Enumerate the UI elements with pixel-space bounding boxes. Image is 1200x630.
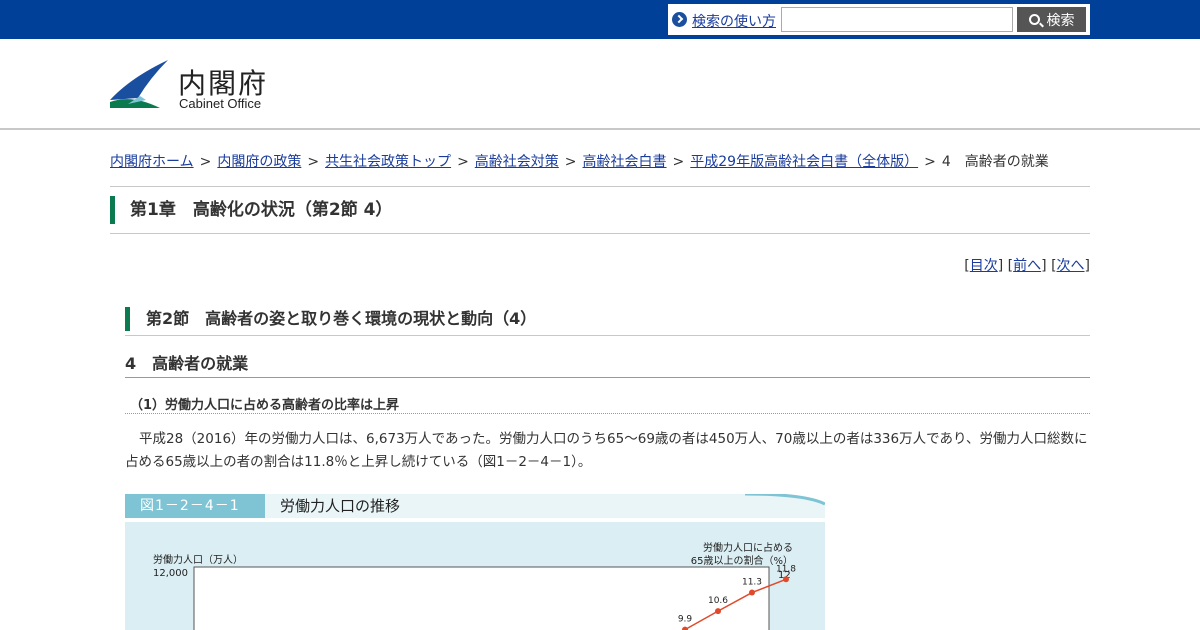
labor-force-chart: 労働力人口（万人） 12,000 労働力人口に占める 65歳以上の割合（%） 1… xyxy=(153,541,796,630)
breadcrumb-separator: > xyxy=(199,154,212,170)
left-axis-top-tick: 12,000 xyxy=(153,568,188,579)
search-button[interactable]: 検索 xyxy=(1017,7,1086,32)
divider xyxy=(125,335,1090,336)
breadcrumb-separator: > xyxy=(307,154,320,170)
breadcrumb-item-whitepaper[interactable]: 高齢社会白書 xyxy=(583,154,667,170)
logo-wing xyxy=(110,60,168,100)
body-paragraph: 平成28（2016）年の労働力人口は、6,673万人であった。労働力人口のうち6… xyxy=(125,431,1088,470)
breadcrumb-separator: > xyxy=(672,154,685,170)
header-divider xyxy=(0,128,1200,130)
divider xyxy=(110,233,1090,234)
breadcrumb: 内閣府ホーム > 内閣府の政策 > 共生社会政策トップ > 高齢社会対策 > 高齢社会白書 > 平成… xyxy=(110,151,1049,171)
breadcrumb-separator: > xyxy=(564,154,577,170)
search-icon xyxy=(1028,14,1040,25)
page-navigation: [目次] [前へ] [次へ] xyxy=(964,258,1090,274)
chapter-title: 第1章 高齢化の状況（第2節 4） xyxy=(110,196,392,224)
dotted-divider xyxy=(125,413,1090,414)
ratio-data-label: 11.8 xyxy=(776,564,796,574)
divider xyxy=(125,377,1090,378)
subsection-title: 4 高齢者の就業 xyxy=(125,354,249,373)
right-axis-label-1: 労働力人口に占める xyxy=(703,541,793,554)
next-link[interactable]: 次へ xyxy=(1057,258,1085,274)
arrow-circle-icon xyxy=(672,12,687,27)
search-input[interactable] xyxy=(781,7,1013,32)
ratio-point xyxy=(715,608,721,615)
search-button-label: 検索 xyxy=(1046,12,1075,29)
breadcrumb-separator: > xyxy=(457,154,469,170)
paragraph-heading: （1）労働力人口に占める高齢者の比率は上昇 xyxy=(130,398,400,413)
figure-number: 図1－2－4－1 xyxy=(125,494,265,518)
prev-link[interactable]: 前へ xyxy=(1013,258,1041,274)
ratio-point xyxy=(783,576,789,583)
breadcrumb-item-kyosei[interactable]: 共生社会政策トップ xyxy=(325,154,451,170)
left-axis-label: 労働力人口（万人） xyxy=(153,553,243,566)
breadcrumb-item-policy[interactable]: 内閣府の政策 xyxy=(217,154,301,170)
logo-text-en: Cabinet Office xyxy=(179,96,262,111)
ratio-data-label: 10.6 xyxy=(708,596,728,606)
ratio-data-label: 11.3 xyxy=(742,578,762,588)
figure-title: 労働力人口の推移 xyxy=(280,497,401,515)
breadcrumb-separator: > xyxy=(924,154,936,170)
breadcrumb-item-h29[interactable]: 平成29年版高齢社会白書（全体版） xyxy=(690,154,918,170)
breadcrumb-item-home[interactable]: 内閣府ホーム xyxy=(110,154,194,170)
divider xyxy=(110,186,1090,187)
breadcrumb-current: 4 高齢者の就業 xyxy=(941,154,1049,170)
breadcrumb-item-aging-policy[interactable]: 高齢社会対策 xyxy=(475,154,559,170)
ratio-data-label: 9.9 xyxy=(678,615,693,625)
figure-1-2-4-1: 図1－2－4－1 労働力人口の推移 労働力人口（万人） 12,000 労働力人口… xyxy=(125,494,825,630)
ratio-point xyxy=(749,589,755,596)
search-help-link[interactable]: 検索の使い方 xyxy=(692,11,776,31)
toc-link[interactable]: 目次 xyxy=(970,258,998,274)
section-title: 第2節 高齢者の姿と取り巻く環境の現状と動向（4） xyxy=(125,307,536,331)
